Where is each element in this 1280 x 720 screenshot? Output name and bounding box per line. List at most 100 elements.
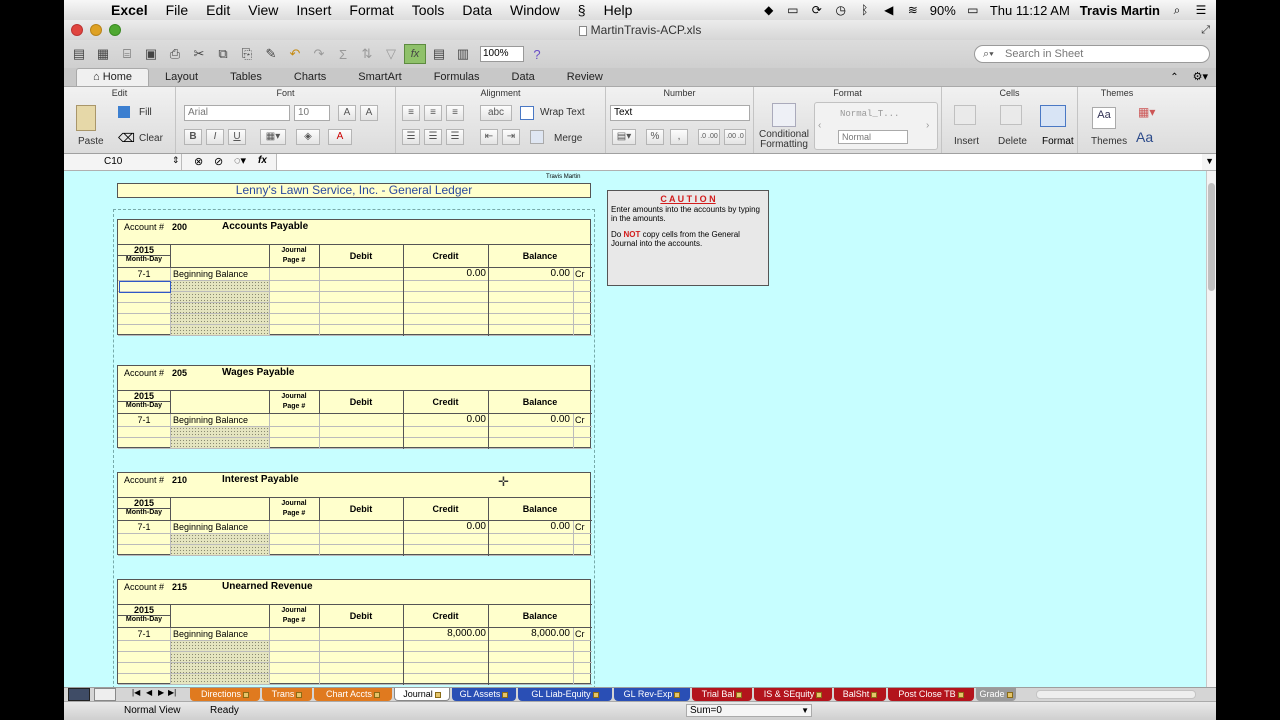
clear-icon[interactable]: ⌫	[118, 131, 135, 145]
redo-icon[interactable]: ↷	[308, 44, 330, 64]
entry-credit[interactable]: 8,000.00	[403, 628, 486, 639]
tab-layout[interactable]: Layout	[149, 69, 214, 86]
theme-fonts-button[interactable]: Aa	[1136, 129, 1153, 145]
tab-nav-first-icon[interactable]: |◀	[132, 688, 140, 697]
account-number[interactable]: 205	[172, 368, 187, 378]
sheet-tab[interactable]: Grade	[976, 688, 1016, 701]
entry-date[interactable]: 7-1	[118, 415, 170, 425]
format-cells-icon[interactable]	[1040, 105, 1066, 127]
sum-dropdown[interactable]: Sum=0 ▼	[686, 704, 812, 717]
align-middle-icon[interactable]: ≡	[424, 105, 442, 121]
ribbon-settings-icon[interactable]: ⚙▾	[1185, 70, 1216, 86]
cancel-icon[interactable]: ⊗	[194, 155, 203, 168]
entry-description[interactable]: Beginning Balance	[173, 415, 248, 425]
entry-date[interactable]: 7-1	[118, 522, 170, 532]
insert-cells-icon[interactable]	[954, 105, 976, 125]
entry-date[interactable]: 7-1	[118, 269, 170, 279]
tab-smartart[interactable]: SmartArt	[342, 69, 417, 86]
worksheet[interactable]: Travis Martin Lenny's Lawn Service, Inc.…	[64, 171, 1206, 687]
bluetooth-icon[interactable]: ᛒ	[858, 4, 872, 16]
entry-description[interactable]: Beginning Balance	[173, 522, 248, 532]
selected-cell[interactable]	[119, 281, 171, 293]
align-left-icon[interactable]: ☰	[402, 129, 420, 145]
menu-insert[interactable]: Insert	[287, 2, 340, 18]
entry-balance[interactable]: 0.00	[488, 414, 570, 425]
tab-review[interactable]: Review	[551, 69, 619, 86]
paste-icon[interactable]	[76, 105, 96, 131]
account-number[interactable]: 215	[172, 582, 187, 592]
paste-icon[interactable]: ⎘	[236, 44, 258, 64]
entry-balance[interactable]: 8,000.00	[488, 628, 570, 639]
entry-balance[interactable]: 0.00	[488, 521, 570, 532]
clock[interactable]: Thu 11:12 AM	[990, 3, 1070, 18]
formula-dropdown-icon[interactable]: ◌▾	[234, 154, 246, 167]
entry-credit[interactable]: 0.00	[403, 414, 486, 425]
conditional-formatting-button[interactable]: Conditional Formatting	[758, 130, 810, 150]
sheet-tab[interactable]: Trans	[262, 688, 312, 701]
grow-font-button[interactable]: A	[338, 105, 356, 121]
new-icon[interactable]: ▤	[68, 44, 90, 64]
sheet-tab[interactable]: GL Liab-Equity	[518, 688, 612, 701]
wifi-icon[interactable]: ≋	[906, 4, 920, 16]
ledger-account-205[interactable]: Account # 205 Wages Payable 2015 Month-Day Jo…	[117, 365, 592, 449]
enter-icon[interactable]: ⊘	[214, 155, 223, 168]
fill-button[interactable]: Fill	[139, 107, 152, 118]
tab-nav-next-icon[interactable]: ▶	[158, 688, 164, 697]
shaded-description-cells[interactable]	[170, 281, 269, 336]
sheet-tab[interactable]: IS & SEquity	[754, 688, 832, 701]
tab-data[interactable]: Data	[496, 69, 551, 86]
tab-charts[interactable]: Charts	[278, 69, 342, 86]
shaded-description-cells[interactable]	[170, 427, 269, 449]
number-format-select[interactable]: Text	[610, 105, 750, 121]
notification-icon[interactable]: ☰	[1194, 4, 1208, 16]
account-name[interactable]: Unearned Revenue	[222, 581, 313, 592]
caution-box[interactable]: C A U T I O N Enter amounts into the acc…	[607, 190, 769, 286]
ledger-account-215[interactable]: Account # 215 Unearned Revenue 2015 Month-Da…	[117, 579, 592, 685]
dropbox-icon[interactable]: ◆	[762, 4, 776, 16]
sheet-tab[interactable]: Trial Bal	[692, 688, 752, 701]
name-box[interactable]: C10	[64, 154, 182, 170]
conditional-formatting-icon[interactable]	[772, 103, 796, 127]
display-icon[interactable]: ▭	[786, 4, 800, 16]
sheet-tab[interactable]: Directions	[190, 688, 260, 701]
comma-button[interactable]: ,	[670, 129, 688, 145]
print-icon[interactable]: ⎙	[164, 44, 186, 64]
normal-view-icon[interactable]	[68, 688, 90, 701]
fullscreen-icon[interactable]: ⤢	[1201, 20, 1210, 40]
vertical-scrollbar[interactable]	[1206, 171, 1216, 687]
sheet-tab[interactable]: GL Rev-Exp	[614, 688, 690, 701]
entry-balance[interactable]: 0.00	[488, 268, 570, 279]
template-icon[interactable]: ▦	[92, 44, 114, 64]
style-normal-t[interactable]: Normal_T...	[840, 109, 899, 119]
name-box-stepper-icon[interactable]: ⇕	[172, 155, 180, 166]
orientation-button[interactable]: abc	[480, 105, 512, 121]
save-icon[interactable]: ▣	[140, 44, 162, 64]
percent-button[interactable]: %	[646, 129, 664, 145]
insert-function-button[interactable]: fx	[258, 155, 267, 166]
script-icon[interactable]: §	[569, 2, 595, 18]
time-machine-icon[interactable]: ◷	[834, 4, 848, 16]
fill-icon[interactable]	[118, 106, 130, 118]
bold-button[interactable]: B	[184, 129, 202, 145]
increase-indent-icon[interactable]: ⇥	[502, 129, 520, 145]
vertical-scroll-thumb[interactable]	[1208, 183, 1215, 291]
toolbox-icon[interactable]: ▤	[428, 44, 450, 64]
styles-next-icon[interactable]: ›	[926, 120, 929, 131]
copy-icon[interactable]: ⧉	[212, 44, 234, 64]
merge-button[interactable]: Merge	[554, 133, 582, 144]
formula-expand-icon[interactable]: ▼	[1205, 156, 1214, 166]
help-icon[interactable]: ?	[526, 44, 548, 64]
sheet-tab[interactable]: BalSht	[834, 688, 886, 701]
paste-button[interactable]: Paste	[78, 136, 104, 147]
sheet-tab[interactable]: Post Close TB	[888, 688, 974, 701]
account-number[interactable]: 210	[172, 475, 187, 485]
zoom-button[interactable]	[109, 24, 121, 36]
formula-input[interactable]	[276, 154, 1202, 170]
account-name[interactable]: Accounts Payable	[222, 221, 308, 232]
tab-formulas[interactable]: Formulas	[418, 69, 496, 86]
font-color-button[interactable]: A	[328, 129, 352, 145]
underline-button[interactable]: U	[228, 129, 246, 145]
account-name[interactable]: Wages Payable	[222, 367, 294, 378]
cut-icon[interactable]: ✂	[188, 44, 210, 64]
menu-tools[interactable]: Tools	[403, 2, 454, 18]
